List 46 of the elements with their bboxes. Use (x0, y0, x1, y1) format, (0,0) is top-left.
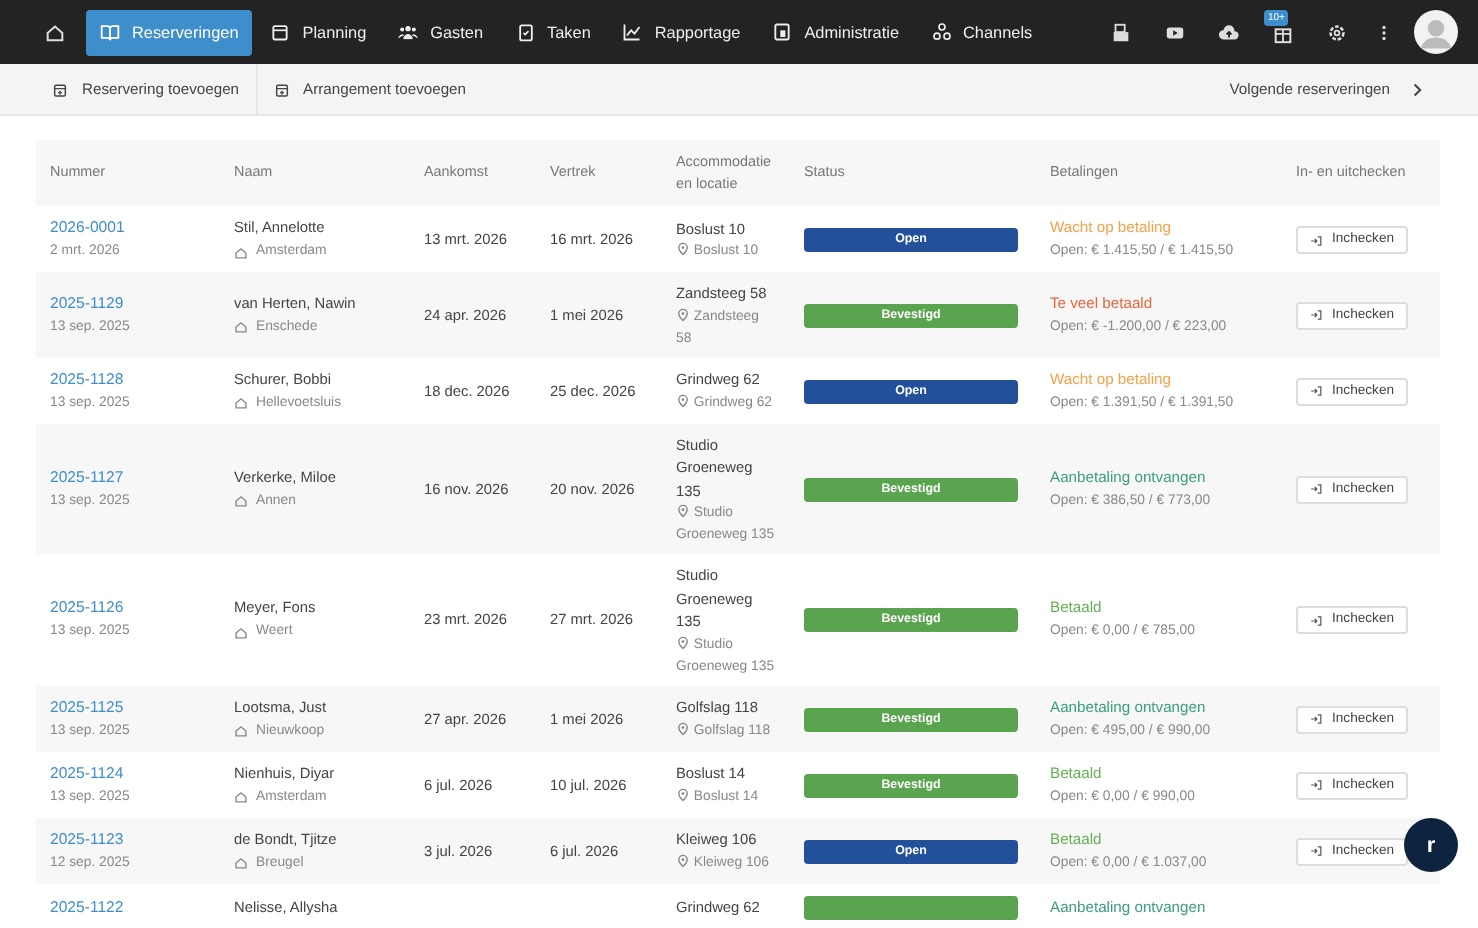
home-icon (234, 790, 248, 804)
location-pin-icon (676, 242, 690, 257)
location-pin-icon (676, 787, 690, 802)
location-pin-icon (676, 307, 690, 321)
clipboard-icon (515, 22, 536, 42)
chat-button[interactable]: r (1404, 818, 1458, 872)
book-icon (100, 22, 120, 42)
nav-tab[interactable]: Gasten (384, 9, 498, 55)
home-icon[interactable] (44, 21, 66, 43)
login-icon (1310, 844, 1323, 858)
home-icon (234, 396, 248, 410)
login-icon (1310, 712, 1323, 726)
location-pin-icon (676, 635, 690, 649)
login-icon (1310, 778, 1323, 792)
calendar-plus-icon (273, 81, 290, 97)
nav-tab[interactable]: Administratie (758, 9, 914, 55)
calendar-plus-icon (52, 81, 68, 97)
home-icon (234, 856, 248, 870)
home-icon (234, 494, 248, 509)
login-icon (1310, 308, 1323, 323)
location-pin-icon (676, 721, 690, 736)
avatar[interactable] (1414, 10, 1458, 54)
people-icon (398, 22, 419, 42)
chevron-right-icon (1412, 81, 1422, 97)
line-chart-icon (622, 22, 643, 42)
location-pin-icon (676, 504, 690, 518)
settings-icon[interactable] (1326, 21, 1348, 43)
home-icon (234, 625, 248, 640)
calendar-icon (270, 22, 291, 42)
login-icon (1310, 233, 1323, 247)
nodes-icon (931, 22, 952, 42)
location-pin-icon (676, 853, 690, 868)
home-icon (234, 320, 248, 335)
nav-tab[interactable]: Planning (256, 9, 381, 55)
cloud-upload-icon[interactable] (1218, 21, 1240, 43)
home-icon (234, 245, 248, 259)
nav-tab[interactable]: Channels (917, 9, 1047, 55)
home-icon (234, 724, 248, 738)
login-icon (1310, 613, 1323, 628)
nav-tab[interactable]: Taken (501, 9, 605, 55)
location-pin-icon (676, 393, 690, 408)
login-icon (1310, 482, 1323, 497)
login-icon (1310, 384, 1323, 398)
nav-tab[interactable]: Reserveringen (86, 9, 253, 55)
nav-tab[interactable]: Rapportage (608, 9, 755, 55)
more-options-icon[interactable] (1380, 21, 1388, 43)
